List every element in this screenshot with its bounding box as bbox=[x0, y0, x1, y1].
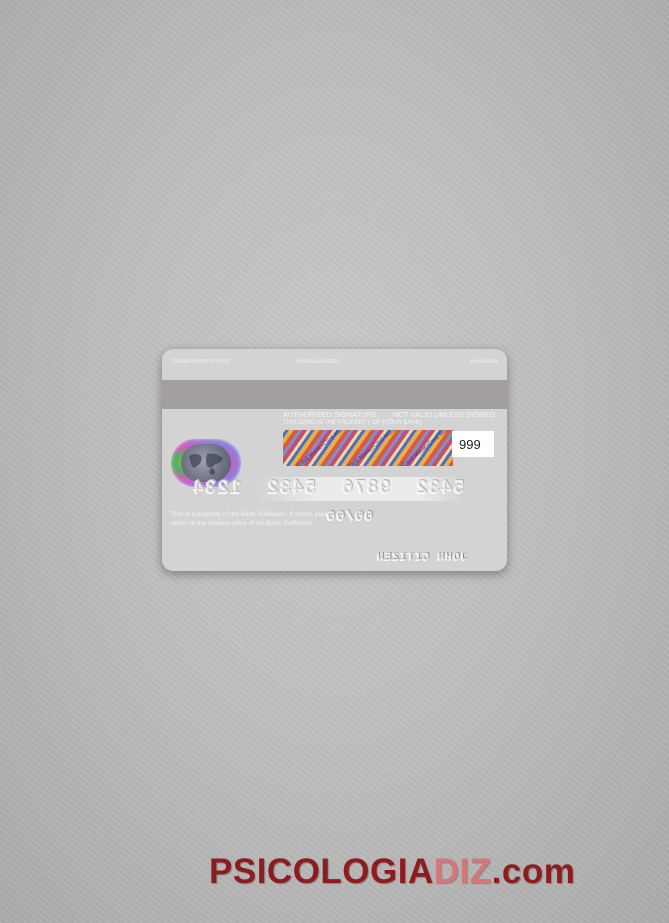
cvv-box: 999 bbox=[452, 431, 494, 457]
magnetic-stripe bbox=[162, 380, 507, 409]
card-number-text: 5432 9876 5432 1234 bbox=[192, 477, 465, 499]
signature-panel: MasterCard MasterCard MasterCard MasterC… bbox=[283, 430, 453, 466]
cvv-code: 999 bbox=[459, 437, 481, 452]
not-valid-label: NOT VALID UNLESS SIGNED bbox=[393, 410, 495, 419]
credit-card-back: ICADAS 0000000 00/00 ##AAAAAAA0000 ##AAA… bbox=[162, 349, 507, 571]
cardholder-name-embossed: JOHN CITIZEN bbox=[376, 552, 467, 564]
watermark-part-3: .com bbox=[491, 852, 576, 891]
signature-header: AUTHORIZED SIGNATURE NOT VALID UNLESS SI… bbox=[283, 410, 495, 419]
card-top-left-text: ICADAS 0000000 00/00 bbox=[171, 359, 231, 365]
notice-line-1: This is a property of the Bank Raiffeise… bbox=[171, 511, 335, 518]
authorized-signature-label: AUTHORIZED SIGNATURE bbox=[283, 410, 378, 419]
cardholder-name-text: JOHN CITIZEN bbox=[376, 552, 468, 564]
property-line: THIS CARD IS THE PROPERTY OF {YOUR BANK} bbox=[283, 420, 422, 426]
signature-panel-pattern-text: MasterCard MasterCard MasterCard bbox=[283, 430, 361, 466]
card-top-center-text: ##AAAAAAA0000 bbox=[296, 359, 340, 365]
watermark-part-2: DIZ bbox=[433, 852, 492, 891]
watermark-part-1: PSICOLOGIA bbox=[209, 852, 434, 891]
card-number-embossed: 5432 9876 5432 1234 bbox=[192, 477, 465, 499]
site-watermark: PSICOLOGIADIZ.com bbox=[209, 852, 575, 892]
card-top-right-text: ##AAAAAA bbox=[470, 359, 498, 365]
expiry-embossed: 00/00 bbox=[326, 509, 373, 525]
signature-panel-pattern-text: MasterCard MasterCard MasterCard bbox=[332, 430, 411, 466]
ownership-notice: This is a property of the Bank Raiffeise… bbox=[171, 510, 334, 528]
expiry-text: 00/00 bbox=[326, 509, 374, 525]
signature-panel-pattern-text: MasterCard MasterCard MasterCard bbox=[387, 430, 453, 466]
notice-line-2: return to the nearest office of the Bank… bbox=[171, 520, 314, 527]
card-top-line: ICADAS 0000000 00/00 ##AAAAAAA0000 ##AAA… bbox=[171, 359, 498, 369]
